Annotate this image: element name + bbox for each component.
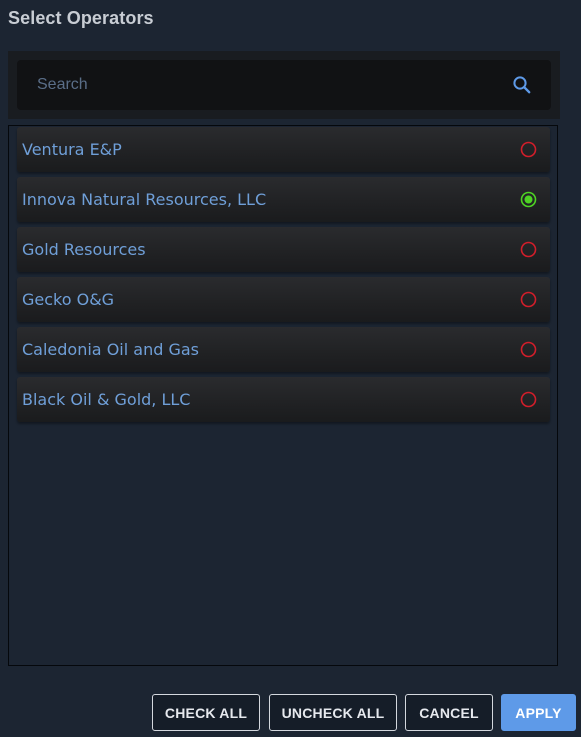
operator-item[interactable]: Innova Natural Resources, LLC: [17, 177, 550, 222]
operator-item[interactable]: Black Oil & Gold, LLC: [17, 377, 550, 422]
operator-label: Ventura E&P: [22, 140, 122, 159]
operator-label: Innova Natural Resources, LLC: [22, 190, 267, 209]
radio-unchecked-icon[interactable]: [520, 341, 537, 358]
check-all-button[interactable]: CHECK ALL: [152, 694, 260, 731]
operator-item[interactable]: Caledonia Oil and Gas: [17, 327, 550, 372]
operator-label: Gold Resources: [22, 240, 146, 259]
radio-unchecked-icon[interactable]: [520, 291, 537, 308]
apply-button[interactable]: APPLY: [501, 694, 576, 731]
operator-label: Gecko O&G: [22, 290, 115, 309]
operator-item[interactable]: Ventura E&P: [17, 127, 550, 172]
cancel-button[interactable]: CANCEL: [405, 694, 493, 731]
search-icon[interactable]: [512, 75, 532, 95]
operator-label: Black Oil & Gold, LLC: [22, 390, 191, 409]
dialog-title: Select Operators: [8, 8, 154, 28]
operator-list: Ventura E&P Innova Natural Resources, LLC…: [17, 127, 550, 427]
radio-unchecked-icon[interactable]: [520, 391, 537, 408]
radio-unchecked-icon[interactable]: [520, 141, 537, 158]
search-box[interactable]: [17, 60, 551, 110]
operator-list-panel: Ventura E&P Innova Natural Resources, LLC…: [8, 125, 558, 666]
search-input[interactable]: [17, 60, 487, 110]
radio-checked-icon[interactable]: [520, 191, 537, 208]
search-bar: [8, 51, 560, 119]
operator-item[interactable]: Gold Resources: [17, 227, 550, 272]
operator-label: Caledonia Oil and Gas: [22, 340, 199, 359]
operator-item[interactable]: Gecko O&G: [17, 277, 550, 322]
uncheck-all-button[interactable]: UNCHECK ALL: [269, 694, 397, 731]
radio-unchecked-icon[interactable]: [520, 241, 537, 258]
